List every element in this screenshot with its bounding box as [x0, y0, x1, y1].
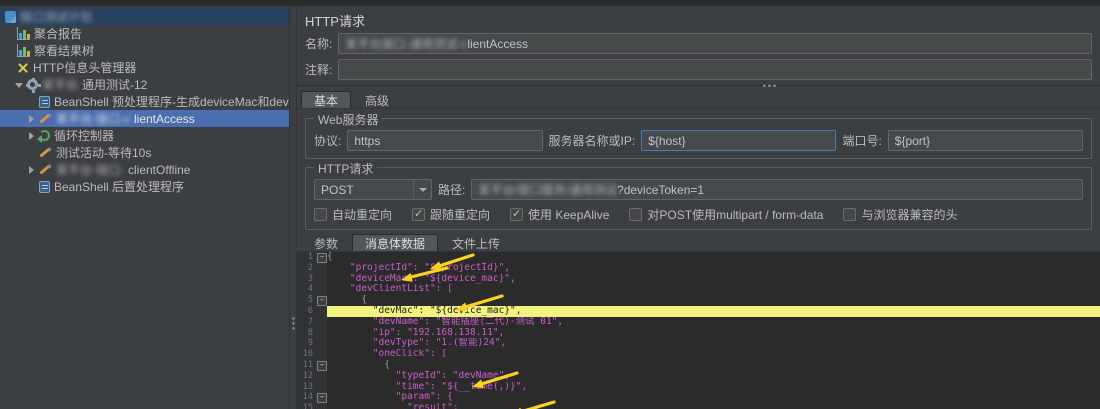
comment-label: 注释: — [305, 63, 333, 77]
tree-item-http-request-clientoffline[interactable]: 某平台-接口- clientOffline — [0, 161, 289, 178]
name-label: 名称: — [305, 37, 333, 51]
checkbox-auto-redirect[interactable]: 自动重定向 — [314, 207, 392, 222]
protocol-label: 协议: — [314, 134, 342, 148]
server-label: 服务器名称或IP: — [548, 134, 636, 148]
code-line: "result": — [327, 403, 459, 409]
http-request-group: HTTP请求 POST 路径: 某平台/接口服务/通用测试 ?deviceTok… — [305, 160, 1092, 230]
code-line: "param": { — [327, 392, 453, 403]
code-line: "devType": "1.(智能)24", — [327, 338, 507, 349]
checkbox-box — [510, 207, 524, 221]
tree-panel-splitter[interactable] — [290, 6, 297, 409]
collapse-splitter[interactable]: ••• — [297, 81, 1100, 91]
web-server-legend: Web服务器 — [314, 111, 383, 128]
config-tabs: 基本 高级 — [297, 91, 1100, 109]
path-label: 路径: — [438, 183, 466, 197]
splitter-dots-icon: ••• — [762, 81, 779, 91]
tree-item-test-plan[interactable]: 接口测试计划 — [0, 8, 289, 25]
code-line: { — [327, 295, 368, 306]
checkbox-follow-redirects[interactable]: 跟随重定向 — [412, 207, 490, 222]
web-server-group: Web服务器 协议: 服务器名称或IP: 端口号: — [305, 111, 1092, 159]
test-action-icon — [39, 146, 52, 159]
tree-item-http-request-clientaccess[interactable]: 某平台-接口-c lientAccess — [0, 110, 289, 127]
body-tabs: 参数 消息体数据 文件上传 — [297, 234, 1100, 252]
port-label: 端口号: — [842, 134, 882, 148]
tree-item-thread-group[interactable]: 某平台 通用测试-12 — [0, 76, 289, 93]
tree-item-http-header-manager[interactable]: HTTP信息头管理器 — [0, 59, 289, 76]
tab-files-upload[interactable]: 文件上传 — [439, 234, 513, 251]
gear-icon — [27, 78, 38, 90]
tree-item-beanshell-preprocessor[interactable]: BeanShell 预处理程序-生成deviceMac和deviceToken — [0, 93, 289, 110]
code-line: "projectId": "${projectId}", — [327, 262, 511, 273]
checkbox-box — [843, 208, 857, 221]
fold-marker-icon[interactable] — [316, 252, 327, 263]
header-manager-icon — [17, 62, 29, 74]
tab-advanced[interactable]: 高级 — [352, 91, 402, 108]
tree-item-aggregate-report[interactable]: 聚合报告 — [0, 25, 289, 42]
port-input[interactable] — [887, 130, 1083, 151]
tab-basic[interactable]: 基本 — [301, 91, 352, 108]
chevron-down-icon — [413, 180, 431, 199]
body-data-editor[interactable]: 1{ 2 "projectId": "${projectId}", 3 "dev… — [297, 252, 1100, 409]
http-request-panel: HTTP请求 名称: 某平台接口-通用测试-c lientAccess 注释: … — [297, 6, 1100, 409]
expand-arrow-icon[interactable] — [15, 80, 25, 90]
test-plan-icon — [5, 10, 16, 23]
server-input[interactable] — [641, 130, 837, 151]
http-sampler-icon — [39, 163, 52, 176]
page-title: HTTP请求 — [305, 14, 365, 29]
test-plan-tree: 接口测试计划 聚合报告 察看结果树 HTTP信息头管理器 某平台 通用测试-12… — [0, 6, 290, 409]
protocol-input[interactable] — [347, 130, 543, 151]
checkbox-browser-compatible-headers[interactable]: 与浏览器兼容的头 — [843, 207, 957, 222]
path-input[interactable]: 某平台/接口服务/通用测试 ?deviceToken=1 — [471, 179, 1083, 200]
code-line: { — [327, 252, 333, 262]
checkbox-box — [412, 207, 426, 221]
code-line-highlighted: "devMac": "${device_mac}", — [327, 305, 1100, 317]
code-line: "time": "${__time(,)}", — [327, 381, 528, 392]
tab-parameters[interactable]: 参数 — [301, 234, 351, 251]
code-line: "oneClick": [ — [327, 349, 448, 360]
checkbox-multipart[interactable]: 对POST使用multipart / form-data — [629, 207, 823, 222]
fold-marker-icon[interactable] — [316, 295, 327, 306]
checkbox-keepalive[interactable]: 使用 KeepAlive — [510, 207, 609, 222]
tree-item-test-action-wait[interactable]: 测试活动-等待10s — [0, 144, 289, 161]
expand-arrow-icon[interactable] — [27, 131, 37, 141]
loop-controller-icon — [37, 130, 50, 143]
jmeter-window: 接口测试计划 聚合报告 察看结果树 HTTP信息头管理器 某平台 通用测试-12… — [0, 6, 1100, 409]
code-line: "devName": "智能插座(二代)-测试 01", — [327, 316, 564, 327]
aggregate-report-icon — [17, 27, 30, 40]
http-sampler-icon — [39, 112, 52, 125]
fold-marker-icon[interactable] — [316, 392, 327, 404]
expand-arrow-icon[interactable] — [27, 165, 37, 175]
checkbox-box — [314, 208, 327, 221]
beanshell-icon — [39, 180, 50, 193]
code-line: { — [327, 359, 390, 370]
http-request-legend: HTTP请求 — [314, 160, 378, 177]
code-line: "typeId": "devName", — [327, 370, 511, 381]
code-line: "ip": "192.168.138.11", — [327, 327, 505, 338]
tree-item-view-results-tree[interactable]: 察看结果树 — [0, 42, 289, 59]
method-select[interactable]: POST — [314, 179, 432, 200]
expand-arrow-icon[interactable] — [27, 114, 37, 124]
comment-input[interactable] — [338, 59, 1092, 80]
tab-body-data[interactable]: 消息体数据 — [352, 234, 439, 251]
code-line: "devClientList": [ — [327, 284, 453, 295]
tree-item-beanshell-postprocessor[interactable]: BeanShell 后置处理程序 — [0, 178, 289, 195]
beanshell-icon — [39, 95, 50, 108]
name-input[interactable]: 某平台接口-通用测试-c lientAccess — [338, 33, 1092, 54]
checkbox-box — [629, 208, 643, 221]
code-line: "deviceMac": "${device_mac}", — [327, 273, 516, 284]
view-results-tree-icon — [17, 44, 30, 57]
fold-marker-icon[interactable] — [316, 359, 327, 371]
tree-item-loop-controller[interactable]: 循环控制器 — [0, 127, 289, 144]
